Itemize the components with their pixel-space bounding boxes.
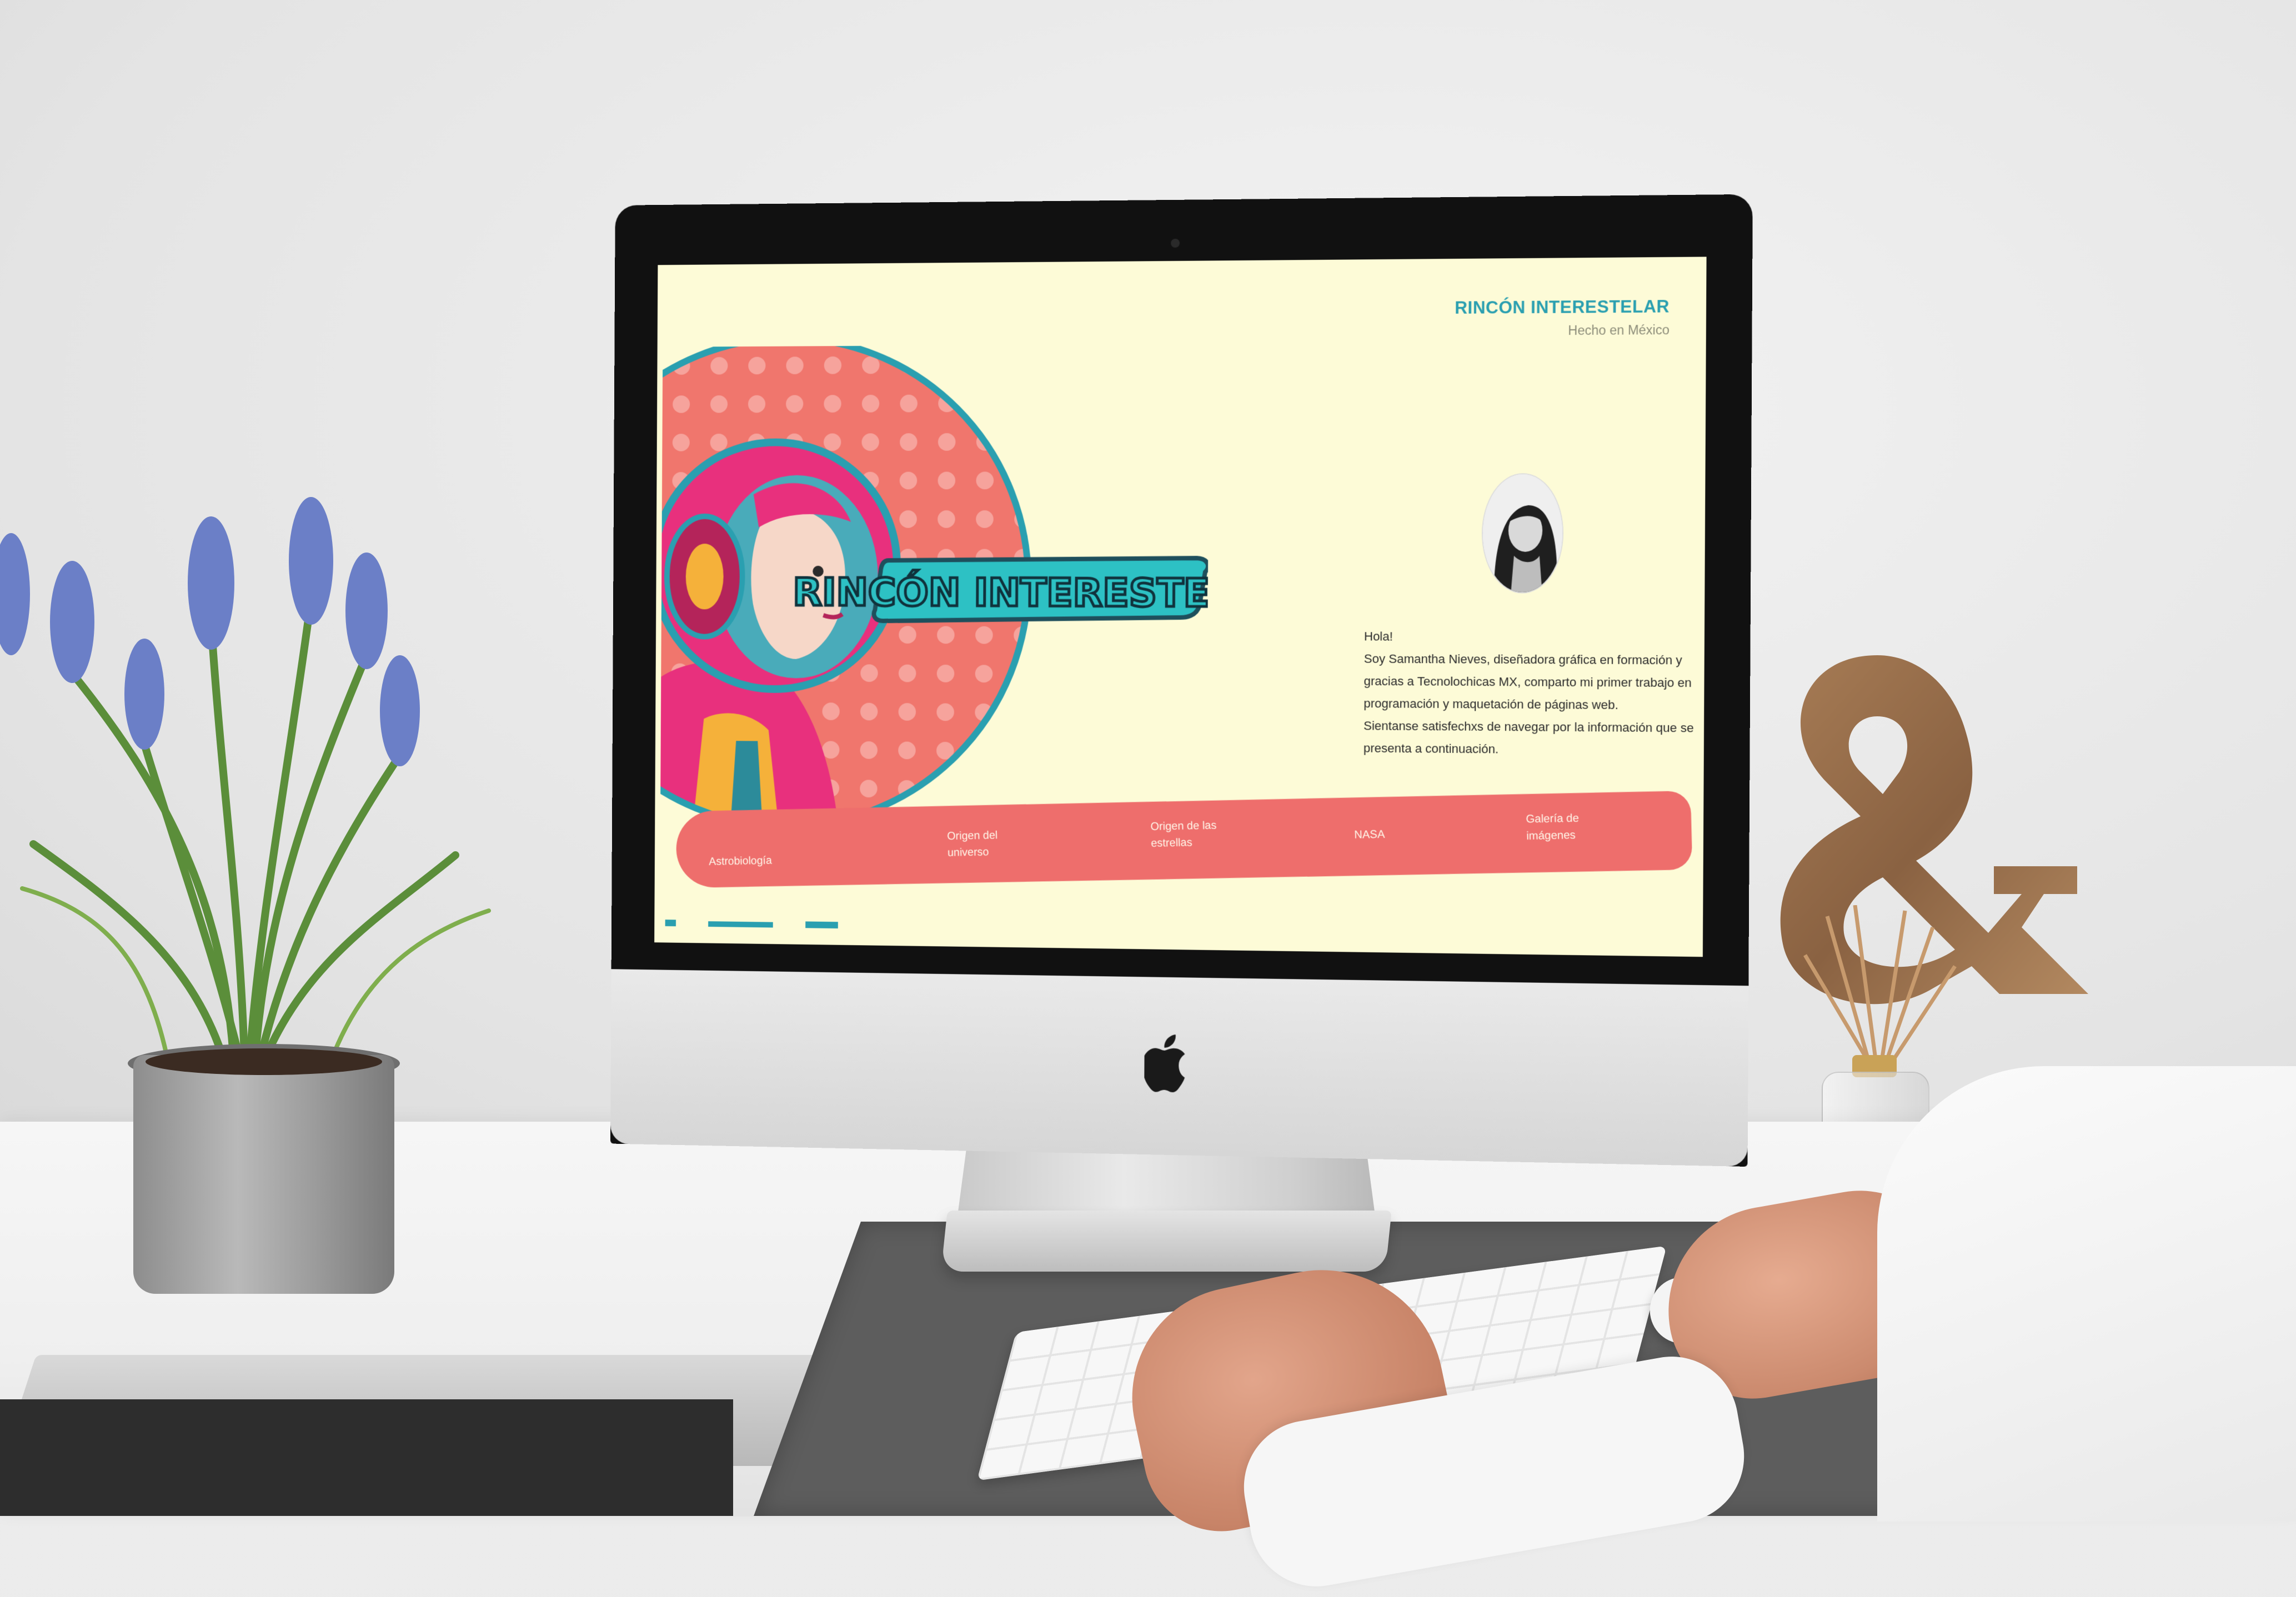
site-brand[interactable]: RINCÓN INTERESTELAR Hecho en México	[1455, 297, 1670, 339]
astronaut-illustration: RINCÓN INTERESTELAR	[660, 344, 1209, 833]
laptop-keyboard-area	[0, 1399, 733, 1516]
plant-pot	[133, 1055, 394, 1294]
bio-text: Hola! Soy Samantha Nieves, diseñadora gr…	[1363, 625, 1705, 762]
hero-logo-text: RINCÓN INTERESTELAR	[793, 569, 1209, 616]
imac-monitor: RINCÓN INTERESTELAR RINCÓN INTERESTELAR …	[610, 194, 1753, 1167]
right-sleeve	[1877, 1066, 2296, 1521]
reed-sticks	[1794, 905, 1961, 1072]
avatar	[1482, 474, 1562, 592]
bio-invite: Sientanse satisfechxs de navegar por la …	[1363, 715, 1704, 762]
brand-subtitle: Hecho en México	[1455, 323, 1670, 339]
imac-chin	[610, 969, 1748, 1167]
nav-item-origen-estrellas[interactable]: Origen de las estrellas	[1150, 817, 1229, 852]
author-photo	[1482, 474, 1562, 592]
hyacinth-plant	[0, 455, 500, 1077]
imac-stand-base	[941, 1211, 1392, 1272]
nav-item-nasa[interactable]: NASA	[1354, 826, 1385, 843]
bio-intro: Soy Samantha Nieves, diseñadora gráfica …	[1363, 647, 1705, 717]
apple-logo-icon	[1144, 1032, 1194, 1094]
website-screen: RINCÓN INTERESTELAR RINCÓN INTERESTELAR …	[654, 257, 1706, 957]
nav-item-astrobiologia[interactable]: Astrobiología	[709, 852, 772, 870]
nav-item-origen-universo[interactable]: Origen del universo	[947, 827, 1014, 861]
camera-icon	[1171, 239, 1180, 248]
next-section-heading-partial	[665, 915, 882, 929]
bio-greeting: Hola!	[1364, 625, 1705, 649]
plant-soil	[146, 1048, 382, 1075]
brand-title[interactable]: RINCÓN INTERESTELAR	[1455, 297, 1670, 318]
nav-item-galeria[interactable]: Galería de imágenes	[1526, 810, 1595, 845]
